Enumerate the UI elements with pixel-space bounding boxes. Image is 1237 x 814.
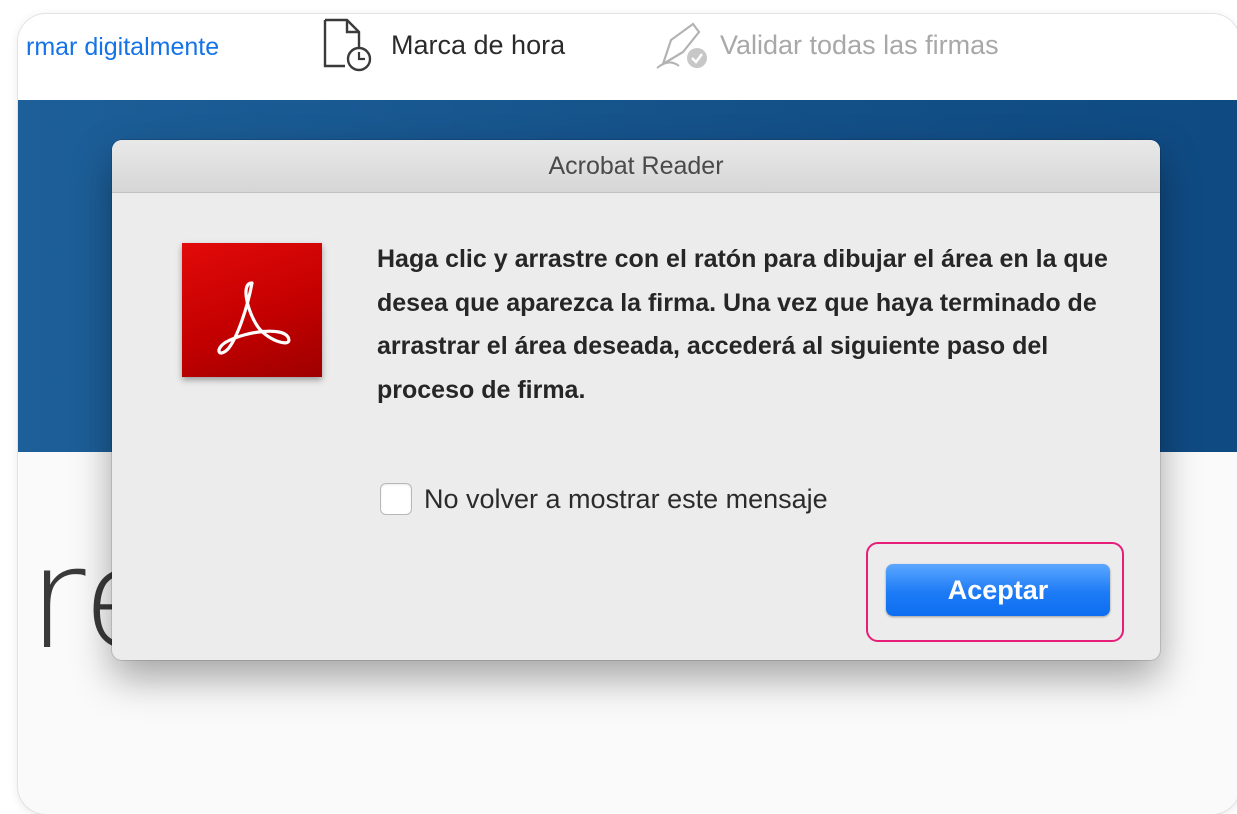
toolbar: rmar digitalmente Marca de hora Validar …: [18, 14, 1237, 101]
validate-signatures-button: Validar todas las firmas: [720, 30, 999, 60]
dialog-title: Acrobat Reader: [112, 140, 1160, 193]
timestamp-document-icon[interactable]: [319, 16, 381, 74]
dialog-message: Haga clic y arrastre con el ratón para d…: [377, 245, 1108, 404]
adobe-acrobat-icon: [182, 243, 322, 377]
sign-digitally-button[interactable]: rmar digitalmente: [26, 33, 219, 62]
timestamp-button[interactable]: Marca de hora: [391, 30, 565, 61]
validate-signatures-icon[interactable]: [649, 18, 711, 74]
highlight-frame: [866, 542, 1124, 642]
dont-show-again-label[interactable]: No volver a mostrar este mensaje: [424, 482, 828, 516]
dont-show-again-checkbox[interactable]: [380, 483, 412, 515]
